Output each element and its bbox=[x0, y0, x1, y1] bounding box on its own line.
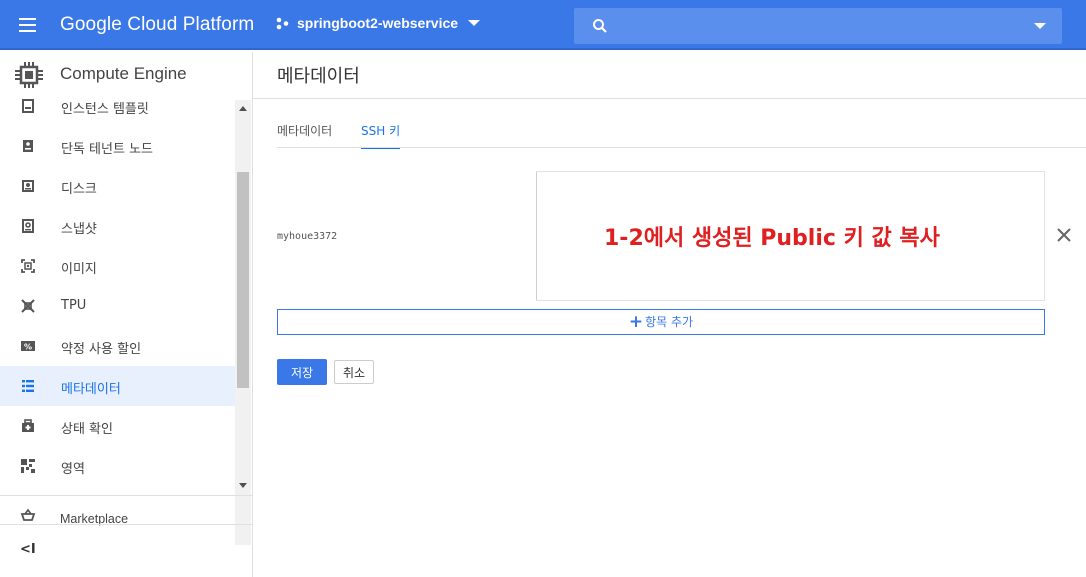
sidebar-item-label: 스냅샷 bbox=[61, 222, 97, 237]
sidebar: Compute Engine 인스턴스 템플릿 단독 테넌트 노드 디스크 스냅… bbox=[0, 52, 253, 577]
sidebar-item-snapshot[interactable]: 스냅샷 bbox=[0, 206, 235, 246]
sidebar-item-label: TPU bbox=[61, 298, 87, 313]
tpu-icon bbox=[21, 299, 35, 313]
sidebar-item-metadata[interactable]: 메타데이터 bbox=[0, 366, 235, 406]
search-dropdown-icon[interactable] bbox=[1034, 23, 1046, 29]
sidebar-item-label: 인스턴스 템플릿 bbox=[61, 102, 149, 117]
brand-title[interactable]: Google Cloud Platform bbox=[60, 14, 254, 36]
instance-template-icon bbox=[22, 99, 34, 113]
close-icon[interactable] bbox=[1055, 226, 1073, 244]
disk-icon bbox=[22, 180, 34, 192]
cancel-button[interactable]: 취소 bbox=[334, 360, 374, 384]
title-divider bbox=[253, 98, 1086, 99]
sidebar-divider bbox=[0, 495, 252, 496]
sidebar-item-health-check[interactable]: 상태 확인 bbox=[0, 406, 235, 446]
sidebar-item-label: 약정 사용 할인 bbox=[61, 342, 142, 357]
sidebar-title: Compute Engine bbox=[60, 64, 187, 83]
sidebar-scrollbar-thumb[interactable] bbox=[237, 172, 249, 388]
ssh-key-username: myhoue3372 bbox=[277, 231, 338, 242]
scroll-up-icon[interactable] bbox=[239, 106, 247, 111]
hamburger-menu-icon[interactable] bbox=[16, 14, 40, 36]
svg-text:%: % bbox=[24, 343, 32, 352]
image-icon bbox=[21, 259, 35, 273]
health-check-icon bbox=[22, 419, 34, 432]
add-item-label: 항목 추가 bbox=[645, 315, 694, 329]
sidebar-item-label: 메타데이터 bbox=[61, 382, 121, 397]
save-button[interactable]: 저장 bbox=[277, 359, 327, 385]
sidebar-divider bbox=[0, 524, 252, 525]
zones-icon bbox=[21, 459, 35, 473]
sidebar-item-zones[interactable]: 영역 bbox=[0, 446, 235, 486]
sidebar-header: Compute Engine bbox=[0, 52, 252, 97]
collapse-sidebar-icon[interactable]: <I bbox=[20, 542, 36, 557]
project-icon bbox=[276, 17, 289, 29]
search-icon bbox=[593, 19, 607, 33]
snapshot-icon bbox=[22, 219, 34, 233]
search-bar[interactable] bbox=[574, 8, 1062, 44]
sidebar-item-tpu[interactable]: TPU bbox=[0, 286, 235, 326]
project-selector[interactable]: springboot2-webservice bbox=[276, 15, 481, 31]
sidebar-item-committed-use[interactable]: % 약정 사용 할인 bbox=[0, 326, 235, 366]
plus-icon: + bbox=[628, 312, 644, 332]
compute-engine-icon bbox=[15, 62, 43, 88]
sidebar-item-label: 디스크 bbox=[61, 182, 97, 197]
search-input[interactable] bbox=[618, 14, 1018, 38]
top-bar: Google Cloud Platform springboot2-webser… bbox=[0, 0, 1086, 50]
marketplace-icon bbox=[20, 508, 36, 521]
tab-ssh-keys[interactable]: SSH 키 bbox=[361, 122, 401, 149]
tab-divider bbox=[277, 147, 1086, 148]
scroll-down-icon[interactable] bbox=[239, 483, 247, 488]
metadata-icon bbox=[22, 380, 34, 392]
annotation-text: 1-2에서 생성된 Public 키 값 복사 bbox=[604, 226, 940, 251]
sidebar-item-sole-tenant[interactable]: 단독 테넌트 노드 bbox=[0, 126, 235, 166]
page-title: 메타데이터 bbox=[277, 66, 360, 87]
sole-tenant-icon bbox=[23, 140, 33, 152]
discount-icon: % bbox=[21, 341, 35, 352]
chevron-down-icon bbox=[468, 20, 481, 26]
add-item-button[interactable]: + 항목 추가 bbox=[277, 309, 1045, 335]
project-name: springboot2-webservice bbox=[297, 15, 459, 31]
sidebar-item-label: 단독 테넌트 노드 bbox=[61, 142, 153, 157]
sidebar-item-label: 영역 bbox=[61, 462, 85, 477]
sidebar-item-image[interactable]: 이미지 bbox=[0, 246, 235, 286]
sidebar-item-instance-template[interactable]: 인스턴스 템플릿 bbox=[0, 92, 235, 126]
sidebar-item-label: 상태 확인 bbox=[61, 422, 113, 437]
sidebar-nav: 인스턴스 템플릿 단독 테넌트 노드 디스크 스냅샷 이미지 TPU % 약정 … bbox=[0, 92, 235, 545]
sidebar-item-label: 이미지 bbox=[61, 262, 97, 277]
tab-metadata[interactable]: 메타데이터 bbox=[277, 122, 332, 147]
sidebar-item-disk[interactable]: 디스크 bbox=[0, 166, 235, 206]
